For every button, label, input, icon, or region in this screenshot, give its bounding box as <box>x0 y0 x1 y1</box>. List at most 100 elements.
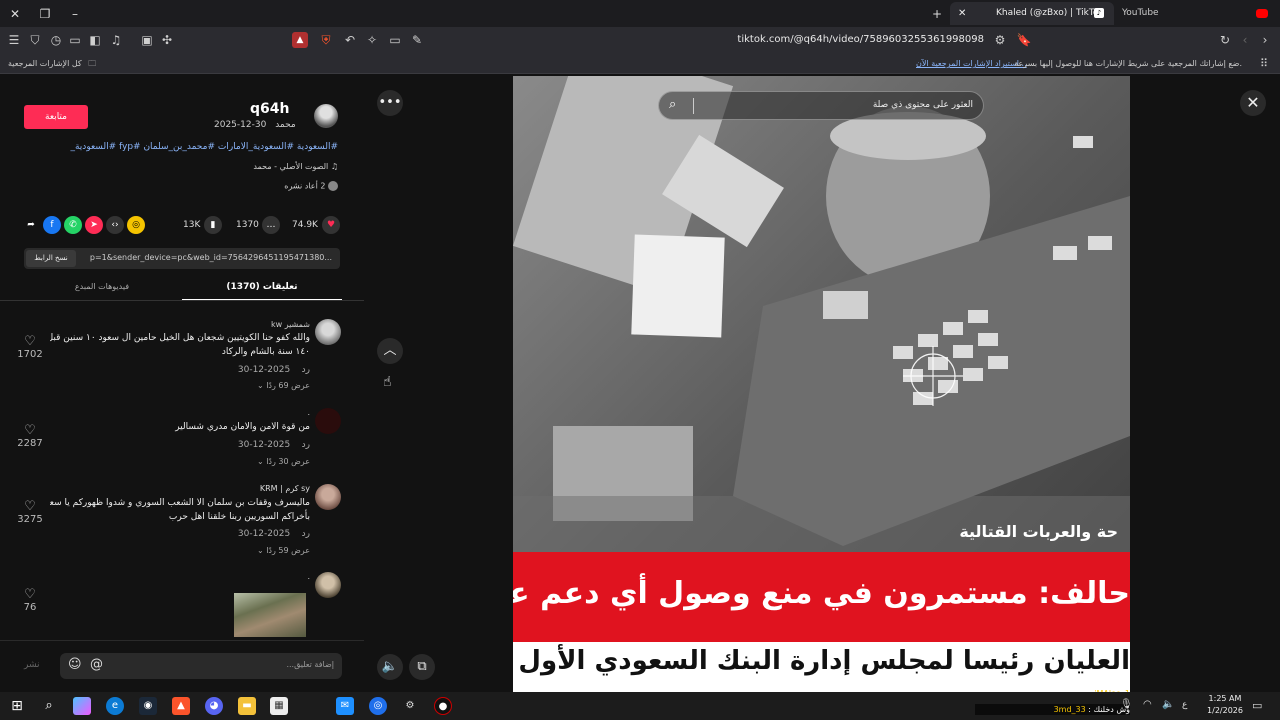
forward-icon[interactable]: › <box>1257 32 1273 48</box>
reply-button[interactable]: رد <box>302 365 310 375</box>
back-icon[interactable]: ‹ <box>1237 32 1253 48</box>
reload-icon[interactable]: ↻ <box>1217 32 1233 48</box>
new-tab-icon[interactable]: + <box>928 5 946 23</box>
file-explorer-icon[interactable]: ▬ <box>238 697 256 715</box>
brave-shield-icon[interactable]: ⛨ <box>318 32 334 48</box>
bookmark-icon[interactable]: 🔖 <box>1016 32 1032 48</box>
commenter-avatar[interactable] <box>315 484 341 510</box>
comment-like-button[interactable]: ♡ 3275 <box>14 499 46 525</box>
pen-icon[interactable]: ✎ <box>409 32 425 48</box>
emoji-icon[interactable]: ☺ <box>68 657 82 672</box>
obs-icon[interactable]: ● <box>434 697 452 715</box>
extensions-icon[interactable]: ✣ <box>159 32 175 48</box>
more-options-icon[interactable]: ••• <box>377 90 403 116</box>
view-replies-button[interactable]: عرض 59 ردًا ⌄ <box>230 546 310 555</box>
mail-icon[interactable]: ✉ <box>336 697 354 715</box>
music-icon[interactable]: ♫ <box>108 32 124 48</box>
volume-tray-icon[interactable]: 🔈 <box>1162 699 1174 710</box>
app-icon[interactable]: ◎ <box>369 697 387 715</box>
comment-icon[interactable]: … <box>262 216 280 234</box>
pip-icon[interactable]: ⧉ <box>409 654 435 680</box>
windows-start-icon[interactable]: ⊞ <box>8 697 26 715</box>
comment-placeholder: إضافة تعليق... <box>286 660 334 669</box>
shield-icon[interactable]: ⛉ <box>27 32 43 48</box>
wifi-icon[interactable]: ◠ <box>1143 699 1152 710</box>
comment-photo[interactable] <box>234 593 306 637</box>
mention-icon[interactable]: @ <box>90 657 103 672</box>
comment-author[interactable]: . <box>200 408 310 417</box>
clock-date[interactable]: 1/2/2026 <box>1203 706 1247 715</box>
wand-icon[interactable]: ✧ <box>364 32 380 48</box>
share-link-text[interactable]: p=1&sender_device=pc&web_id=756429645119… <box>90 253 332 262</box>
post-comment-button[interactable]: نشر <box>24 660 40 670</box>
minimize-window-icon[interactable]: – <box>66 5 84 23</box>
screenshot-icon[interactable]: ▣ <box>139 32 155 48</box>
volume-icon[interactable]: 🔈 <box>377 654 403 680</box>
notifications-icon[interactable]: ▭ <box>1252 699 1262 712</box>
sound-line[interactable]: ♫ الصوت الأصلي - محمد <box>230 162 338 171</box>
send-to-friends-icon[interactable]: ➤ <box>85 216 103 234</box>
post-caption[interactable]: #السعودية #السعودية_الامارات #محمد_بن_سل… <box>70 142 338 152</box>
comment-like-button[interactable]: ♡ 2287 <box>14 423 46 449</box>
embed-icon[interactable]: ‹› <box>106 216 124 234</box>
comment-author[interactable]: KRM | كرم sy <box>200 484 310 493</box>
video-search-box[interactable]: ⌕ العثور على محتوى ذي صلة <box>658 91 984 120</box>
tab-tiktok[interactable]: ✕ Khaled (@zBxo) | TikTok ♪ <box>950 2 1114 25</box>
comment-author[interactable]: . <box>200 572 310 581</box>
restore-window-icon[interactable]: ❐ <box>36 5 54 23</box>
apps-grid-icon[interactable]: ⠿ <box>1260 56 1268 71</box>
close-video-icon[interactable]: ✕ <box>1240 90 1266 116</box>
search-taskbar-icon[interactable]: ⌕ <box>40 697 58 715</box>
tab-youtube[interactable]: YouTube <box>1118 2 1278 25</box>
follow-button[interactable]: متابعة <box>24 105 88 129</box>
share-coin-icon[interactable]: ◎ <box>127 216 145 234</box>
comment-text: من قوة الامن والامان مدري شسالير <box>175 422 310 432</box>
close-window-icon[interactable]: ✕ <box>6 5 24 23</box>
comment-like-button[interactable]: ♡ 76 <box>14 587 46 613</box>
copilot-icon[interactable] <box>73 697 91 715</box>
commenter-avatar[interactable] <box>315 408 341 434</box>
facebook-icon[interactable]: f <box>43 216 61 234</box>
steam-icon[interactable]: ◉ <box>139 697 157 715</box>
brave-icon[interactable]: ▲ <box>172 697 190 715</box>
close-tab-icon[interactable]: ✕ <box>958 2 966 25</box>
commenter-avatar[interactable] <box>315 319 341 345</box>
commenter-avatar[interactable] <box>315 572 341 598</box>
like-icon[interactable]: ♥ <box>322 216 340 234</box>
translate-icon[interactable]: ↶ <box>342 32 358 48</box>
history-icon[interactable]: ◷ <box>48 32 64 48</box>
sidebar-icon[interactable]: ◧ <box>87 32 103 48</box>
reply-button[interactable]: رد <box>302 440 310 450</box>
clock-time[interactable]: 1:25 AM <box>1203 694 1247 703</box>
discord-icon[interactable]: ◕ <box>205 697 223 715</box>
video-player[interactable]: حة والعربات القتالية حالف: مستمرون في من… <box>513 76 1130 692</box>
edge-icon[interactable]: e <box>106 697 124 715</box>
store-icon[interactable]: ▦ <box>270 697 288 715</box>
whatsapp-icon[interactable]: ✆ <box>64 216 82 234</box>
address-bar[interactable]: tiktok.com/@q64h/video/75896032553619980… <box>440 31 990 49</box>
creator-username[interactable]: q64h <box>250 101 289 117</box>
copy-link-button[interactable]: نسخ الرابط <box>26 250 76 267</box>
reply-button[interactable]: رد <box>302 529 310 539</box>
cast-icon[interactable]: ▭ <box>387 32 403 48</box>
mic-tray-icon[interactable]: 🎙 <box>1120 699 1133 710</box>
tab-comments[interactable]: تعليقات (1370) <box>182 282 342 292</box>
chevron-up-icon[interactable]: ︿ <box>377 338 403 364</box>
chevron-down-icon: ⌄ <box>256 546 264 555</box>
comment-author[interactable]: شمشير kw <box>200 320 310 329</box>
save-icon[interactable]: ▮ <box>204 216 222 234</box>
settings-icon[interactable]: ⚙ <box>401 697 419 715</box>
tab-creator-videos[interactable]: فيديوهات المبدع <box>22 282 182 291</box>
comment-like-button[interactable]: ♡ 1702 <box>14 334 46 360</box>
brave-rewards-icon[interactable]: ▲ <box>292 32 308 48</box>
tabs-icon[interactable]: ▭ <box>67 32 83 48</box>
comment-input[interactable]: إضافة تعليق... @ ☺ <box>60 653 342 679</box>
creator-avatar[interactable] <box>314 104 338 128</box>
menu-icon[interactable]: ☰ <box>6 32 22 48</box>
view-replies-button[interactable]: عرض 69 ردًا ⌄ <box>230 381 310 390</box>
share-icon[interactable]: ➦ <box>22 216 40 234</box>
site-settings-icon[interactable]: ⚙ <box>992 32 1008 48</box>
view-replies-button[interactable]: عرض 30 ردًا ⌄ <box>230 457 310 466</box>
all-bookmarks-folder[interactable]: كل الإشارات المرجعية 🗀 <box>8 56 96 71</box>
keyboard-language[interactable]: ع <box>1182 700 1187 710</box>
